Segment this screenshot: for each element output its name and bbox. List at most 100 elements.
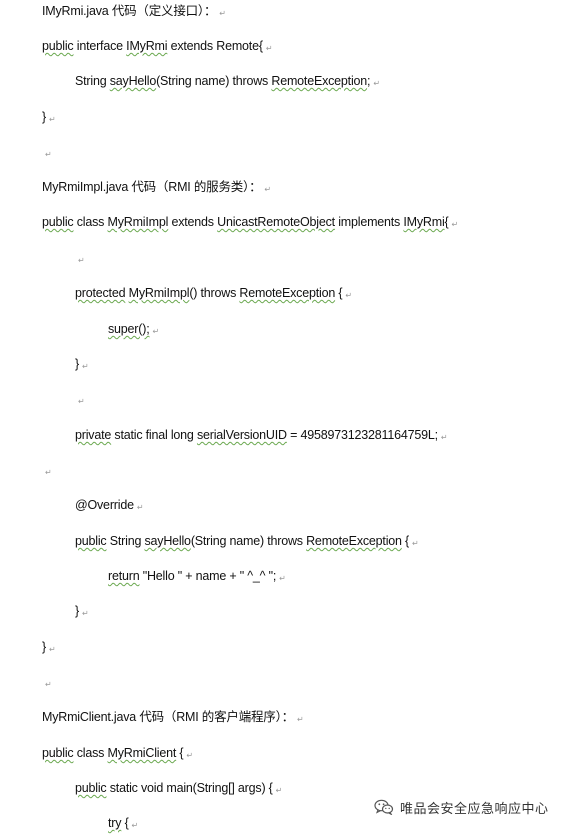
- paragraph-mark: ↵: [45, 680, 52, 689]
- code-line: } ↵: [42, 108, 56, 126]
- code-line: ↵: [42, 673, 52, 691]
- code-text: }: [42, 640, 46, 654]
- code-text: ;: [367, 74, 371, 88]
- code-text: @Override: [75, 498, 134, 512]
- spellcheck-token: protected: [75, 286, 126, 300]
- code-text: IMyRmi.java 代码（定义接口）：: [42, 4, 217, 18]
- code-text: MyRmiClient.java 代码（RMI 的客户端程序）：: [42, 710, 294, 724]
- code-text: "Hello " + name + " ^_^ ";: [139, 569, 277, 583]
- paragraph-mark: ↵: [45, 468, 52, 477]
- code-text: static void main(String[] args) {: [106, 781, 273, 795]
- paragraph-mark: ↵: [81, 609, 89, 618]
- code-text: {: [401, 534, 410, 548]
- paragraph-mark: ↵: [219, 9, 226, 18]
- code-line: } ↵: [75, 602, 89, 620]
- paragraph-mark: ↵: [296, 715, 304, 724]
- code-line: MyRmiImpl.java 代码（RMI 的服务类）： ↵: [42, 178, 271, 196]
- code-text: extends Remote{: [167, 39, 263, 53]
- paragraph-mark: ↵: [78, 397, 85, 406]
- spellcheck-token: MyRmiClient: [107, 746, 177, 760]
- spellcheck-token: RemoteException: [306, 534, 402, 548]
- spellcheck-token: sayHello: [109, 74, 157, 88]
- spellcheck-token: public: [75, 781, 107, 795]
- code-text: interface: [73, 39, 127, 53]
- code-text: {: [444, 215, 449, 229]
- code-text: class: [73, 215, 108, 229]
- spellcheck-token: RemoteException: [239, 286, 336, 300]
- code-text: {: [121, 816, 129, 830]
- paragraph-mark: ↵: [186, 751, 193, 760]
- spellcheck-token: public: [75, 534, 107, 548]
- paragraph-mark: ↵: [131, 821, 139, 830]
- paragraph-mark: ↵: [451, 220, 459, 229]
- code-line: } ↵: [42, 638, 56, 656]
- code-line: protected MyRmiImpl() throws RemoteExcep…: [75, 284, 352, 302]
- code-line: public interface IMyRmi extends Remote{↵: [42, 37, 273, 55]
- code-line: ↵: [75, 249, 85, 267]
- code-line: } ↵: [75, 355, 89, 373]
- paragraph-mark: ↵: [264, 185, 271, 194]
- paragraph-mark: ↵: [48, 645, 56, 654]
- code-line: try {↵: [108, 814, 138, 832]
- code-text: String: [106, 534, 145, 548]
- spellcheck-token: return: [108, 569, 140, 583]
- paragraph-mark: ↵: [265, 44, 273, 53]
- watermark: 唯品会安全应急响应中心: [374, 797, 549, 817]
- wechat-icon: [374, 799, 394, 816]
- paragraph-mark: ↵: [78, 256, 85, 265]
- code-line: return "Hello " + name + " ^_^ "; ↵: [108, 567, 286, 585]
- code-line: @Override ↵: [75, 496, 144, 514]
- paragraph-mark: ↵: [412, 539, 419, 548]
- code-text: (String name) throws: [190, 534, 307, 548]
- code-line: MyRmiClient.java 代码（RMI 的客户端程序）： ↵: [42, 708, 304, 726]
- code-text: implements: [334, 215, 404, 229]
- code-text: }: [75, 357, 79, 371]
- spellcheck-token: MyRmiImpl: [128, 286, 190, 300]
- spellcheck-token: serialVersionUID: [196, 428, 287, 442]
- spellcheck-token: MyRmiImpl: [107, 215, 169, 229]
- paragraph-mark: ↵: [48, 115, 56, 124]
- code-line: public static void main(String[] args) {…: [75, 779, 282, 797]
- code-text: {: [176, 746, 184, 760]
- paragraph-mark: ↵: [440, 433, 448, 442]
- paragraph-mark: ↵: [45, 150, 52, 159]
- spellcheck-token: RemoteException: [271, 74, 368, 88]
- code-text: }: [75, 604, 79, 618]
- code-line: super(); ↵: [108, 320, 159, 338]
- code-text: () throws: [189, 286, 240, 300]
- paragraph-mark: ↵: [81, 362, 89, 371]
- code-text: = 4958973123281164759L;: [286, 428, 438, 442]
- spellcheck-token: IMyRmi: [126, 39, 168, 53]
- spellcheck-token: UnicastRemoteObject: [217, 215, 335, 229]
- spellcheck-token: public: [42, 746, 74, 760]
- code-line: String sayHello(String name) throws Remo…: [75, 72, 380, 90]
- code-line: public String sayHello(String name) thro…: [75, 532, 419, 550]
- paragraph-mark: ↵: [345, 291, 352, 300]
- code-line: public class MyRmiImpl extends UnicastRe…: [42, 213, 458, 231]
- code-text: (String name) throws: [156, 74, 272, 88]
- spellcheck-token: private: [75, 428, 112, 442]
- paragraph-mark: ↵: [373, 79, 380, 88]
- watermark-text: 唯品会安全应急响应中心: [400, 801, 549, 817]
- spellcheck-token: try: [108, 816, 122, 830]
- spellcheck-token: super();: [108, 322, 150, 336]
- paragraph-mark: ↵: [275, 786, 283, 795]
- code-text: extends: [168, 215, 218, 229]
- code-line: private static final long serialVersionU…: [75, 426, 448, 444]
- code-line: ↵: [75, 390, 85, 408]
- code-line: ↵: [42, 461, 52, 479]
- code-text: }: [42, 110, 46, 124]
- code-text: String: [75, 74, 110, 88]
- code-text: static final long: [111, 428, 197, 442]
- code-line: IMyRmi.java 代码（定义接口）： ↵: [42, 2, 226, 20]
- paragraph-mark: ↵: [136, 503, 144, 512]
- paragraph-mark: ↵: [152, 327, 159, 336]
- code-text: class: [73, 746, 108, 760]
- code-text: {: [335, 286, 343, 300]
- spellcheck-token: IMyRmi: [403, 215, 445, 229]
- code-line: public class MyRmiClient {↵: [42, 744, 193, 762]
- spellcheck-token: public: [42, 215, 74, 229]
- spellcheck-token: sayHello: [144, 534, 191, 548]
- code-line: ↵: [42, 143, 52, 161]
- paragraph-mark: ↵: [279, 574, 286, 583]
